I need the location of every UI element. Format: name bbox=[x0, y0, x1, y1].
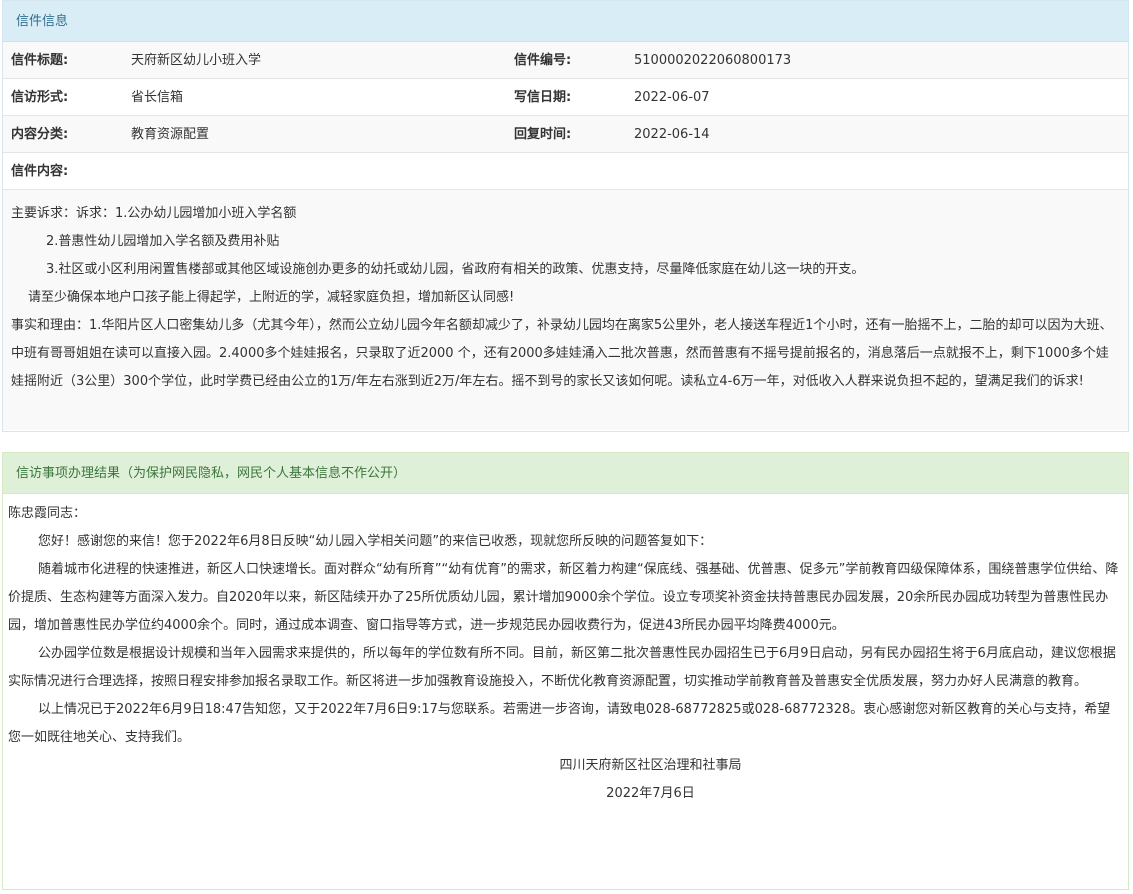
result-paragraph: 您好！感谢您的来信！您于2022年6月8日反映“幼儿园入学相关问题”的来信已收悉… bbox=[38, 534, 713, 549]
number-value: 5100002022060800173 bbox=[634, 53, 792, 68]
letter-content: 主要诉求：诉求：1.公办幼儿园增加小班入学名额 2.普惠性幼儿园增加入学名额及费… bbox=[3, 190, 1128, 430]
title-value: 天府新区幼儿小班入学 bbox=[131, 53, 262, 68]
content-line: 主要诉求：诉求：1.公办幼儿园增加小班入学名额 bbox=[11, 206, 297, 221]
reply-label: 回复时间: bbox=[514, 127, 572, 142]
category-value: 教育资源配置 bbox=[131, 127, 210, 142]
result-header: 信访事项办理结果（为保护网民隐私，网民个人基本信息不作公开） bbox=[3, 453, 1128, 494]
content-line: 3.社区或小区利用闲置售楼部或其他区域设施创办更多的幼托或幼儿园，省政府有相关的… bbox=[46, 262, 865, 277]
date-value: 2022-06-07 bbox=[634, 90, 710, 105]
row-category-reply: 内容分类: 教育资源配置 回复时间: 2022-06-14 bbox=[3, 116, 1128, 153]
result-panel: 信访事项办理结果（为保护网民隐私，网民个人基本信息不作公开） 陈忠霞同志： 您好… bbox=[2, 452, 1129, 890]
date-label: 写信日期: bbox=[514, 90, 572, 105]
form-value: 省长信箱 bbox=[131, 90, 184, 105]
form-label: 信访形式: bbox=[11, 90, 69, 105]
category-label: 内容分类: bbox=[11, 127, 69, 142]
content-label: 信件内容: bbox=[11, 164, 69, 179]
title-label: 信件标题: bbox=[11, 53, 69, 68]
signature: 四川天府新区社区治理和社事局 bbox=[559, 758, 742, 773]
result-body: 陈忠霞同志： 您好！感谢您的来信！您于2022年6月8日反映“幼儿园入学相关问题… bbox=[3, 494, 1128, 808]
result-paragraph: 公办园学位数是根据设计规模和当年入园需求来提供的，所以每年的学位数有所不同。目前… bbox=[8, 646, 1116, 689]
content-line: 2.普惠性幼儿园增加入学名额及费用补贴 bbox=[46, 234, 280, 249]
result-paragraph: 随着城市化进程的快速推进，新区人口快速增长。面对群众“幼有所育”“幼有优育”的需… bbox=[8, 562, 1119, 633]
row-content-label: 信件内容: bbox=[3, 153, 1128, 190]
number-label: 信件编号: bbox=[514, 53, 572, 68]
letter-info-panel: 信件信息 信件标题: 天府新区幼儿小班入学 信件编号: 510000202206… bbox=[2, 0, 1129, 432]
content-line: 请至少确保本地户口孩子能上得起学，上附近的学，减轻家庭负担，增加新区认同感! bbox=[28, 290, 515, 305]
sign-date: 2022年7月6日 bbox=[606, 786, 695, 801]
row-title-number: 信件标题: 天府新区幼儿小班入学 信件编号: 51000020220608001… bbox=[3, 42, 1128, 79]
content-line: 事实和理由：1.华阳片区人口密集幼儿多（尤其今年），然而公立幼儿园今年名额却减少… bbox=[11, 318, 1113, 389]
letter-info-header: 信件信息 bbox=[3, 1, 1128, 42]
greeting: 陈忠霞同志： bbox=[8, 506, 87, 521]
result-paragraph: 以上情况已于2022年6月9日18:47告知您，又于2022年7月6日9:17与… bbox=[8, 702, 1111, 745]
row-form-date: 信访形式: 省长信箱 写信日期: 2022-06-07 bbox=[3, 79, 1128, 116]
reply-value: 2022-06-14 bbox=[634, 127, 710, 142]
